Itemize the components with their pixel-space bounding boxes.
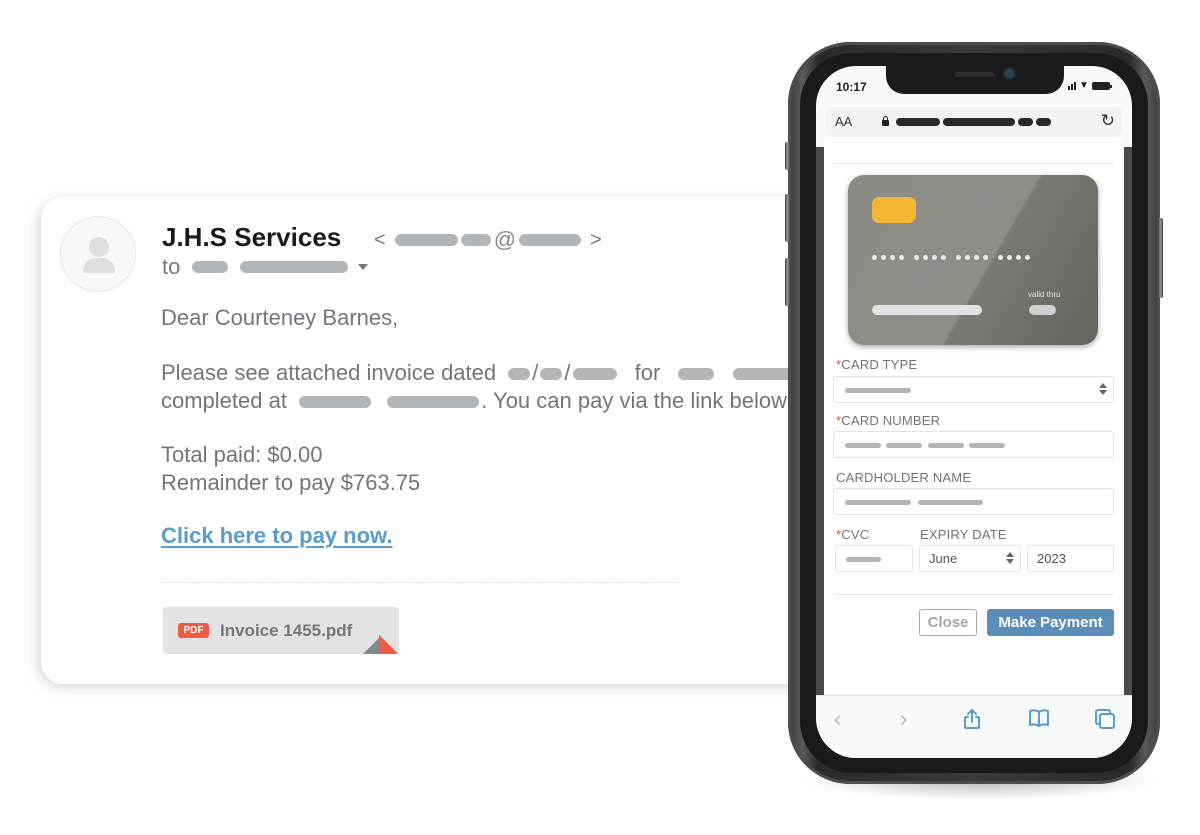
mute-switch [785,142,790,170]
attachment-filename: Invoice 1455.pdf [220,621,353,640]
cardholder-name-input[interactable] [833,488,1114,515]
pay-now-link[interactable]: Click here to pay now. [161,523,392,549]
redacted-text [299,396,372,409]
valid-thru-label: valid thru [1028,290,1061,299]
redacted-text [394,234,458,246]
browser-toolbar: ‹ › [816,695,1132,758]
camera-icon [1005,69,1014,78]
select-arrows-icon [1006,552,1014,566]
redacted-text [240,261,349,273]
sender-avatar [60,216,136,292]
card-chip-icon [872,197,916,223]
redacted-text [460,234,491,246]
speaker-icon [954,72,994,77]
greeting: Dear Courteney Barnes, [161,305,399,330]
text-size-button[interactable]: AA [835,114,852,129]
phone-notch [886,66,1064,94]
redacted-text [572,368,617,381]
total-paid: Total paid: $0.00 [161,442,323,467]
select-arrows-icon [1099,383,1107,397]
expiry-year-input[interactable]: 2023 [1027,545,1114,572]
pdf-icon: PDF [178,623,209,638]
email-message: J.H.S Services < @ > to Dear Courteney B… [41,196,841,684]
sender-email: < @ > [374,227,602,252]
lock-icon [882,116,889,126]
close-button[interactable]: Close [919,609,977,636]
card-number-input[interactable] [833,431,1114,458]
sender-name: J.H.S Services [162,222,342,252]
tabs-icon[interactable] [1094,708,1116,734]
back-icon[interactable]: ‹ [834,708,841,730]
volume-down-button [785,258,790,306]
bookmarks-icon[interactable] [1028,708,1050,732]
divider [834,163,1114,164]
make-payment-button[interactable]: Make Payment [987,609,1114,636]
remainder-to-pay: Remainder to pay $763.75 [161,470,421,495]
reload-icon[interactable]: ↻ [1101,111,1115,131]
address-bar[interactable]: AA ↻ [826,107,1122,137]
share-icon[interactable] [962,708,982,734]
cvc-input[interactable] [835,545,913,572]
invoice-paragraph: Please see attached invoice dated / / for… [161,359,795,415]
card-name-placeholder [872,305,982,315]
card-number-dots [872,255,1030,260]
redacted-text [732,368,793,381]
redacted-text [678,368,715,381]
battery-icon [1091,82,1112,90]
chevron-down-icon[interactable] [358,264,369,270]
credit-card-illustration: valid thru [848,175,1098,345]
payment-page: valid thru *CARD TYPE *CARD NUMBER CARDH… [824,137,1124,695]
volume-up-button [785,194,790,242]
wifi-icon: ▼ [1079,80,1089,91]
status-icons: ▼ [1068,80,1112,91]
power-button [1158,218,1163,298]
status-time: 10:17 [836,80,867,94]
avatar-person-icon [89,237,109,257]
cvc-label: *CVC [836,527,870,542]
redacted-text [192,261,229,273]
divider [834,594,1114,595]
card-type-select[interactable] [833,376,1114,403]
redacted-text [540,368,563,381]
recipient-line[interactable]: to [162,254,369,280]
card-type-label: *CARD TYPE [836,357,918,372]
redacted-text [519,234,582,246]
expiry-month-select[interactable]: June [919,545,1021,572]
payment-totals: Total paid: $0.00 Remainder to pay $763.… [161,441,420,497]
redacted-text [387,396,480,409]
card-expiry-placeholder [1029,305,1056,315]
expiry-date-label: EXPIRY DATE [920,527,1007,542]
forward-icon[interactable]: › [900,708,907,730]
redacted-text [508,368,531,381]
cardholder-name-label: CARDHOLDER NAME [836,470,972,485]
card-number-label: *CARD NUMBER [836,413,941,428]
url-text [896,118,1051,126]
divider [162,582,678,583]
signal-icon [1068,82,1076,90]
pdf-attachment[interactable]: PDF Invoice 1455.pdf [163,607,399,654]
